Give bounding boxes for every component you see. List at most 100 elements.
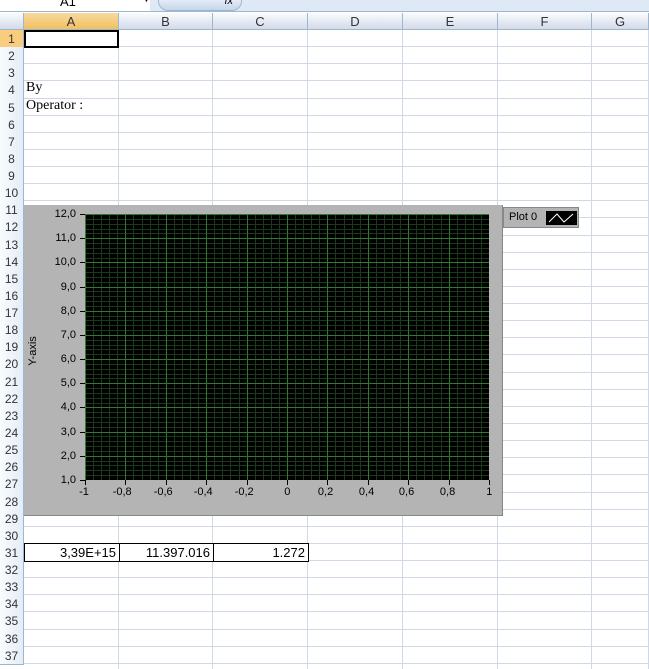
row-header-19[interactable]: 19 bbox=[0, 338, 24, 357]
gridline bbox=[24, 629, 649, 630]
gridline bbox=[24, 166, 649, 167]
cell-a31[interactable]: 3,39E+15 bbox=[24, 542, 120, 563]
row-header-17[interactable]: 17 bbox=[0, 304, 24, 323]
row-header-10[interactable]: 10 bbox=[0, 184, 24, 203]
row-header-30[interactable]: 30 bbox=[0, 526, 24, 545]
y-tick-mark bbox=[80, 359, 85, 360]
y-tick-label: 7,0 bbox=[60, 328, 76, 341]
y-tick-label: 5,0 bbox=[60, 376, 76, 389]
gridline bbox=[24, 611, 649, 612]
column-header-d[interactable]: D bbox=[308, 13, 403, 30]
column-header-g[interactable]: G bbox=[592, 13, 649, 30]
row-header-26[interactable]: 26 bbox=[0, 458, 24, 477]
row-header-2[interactable]: 2 bbox=[0, 47, 24, 66]
y-tick-label: 6,0 bbox=[60, 352, 76, 365]
row-header-21[interactable]: 21 bbox=[0, 372, 24, 391]
x-tick-label: -0,8 bbox=[112, 486, 132, 498]
x-tick-label: 0,8 bbox=[439, 486, 456, 498]
x-tick-mark bbox=[408, 480, 409, 485]
cell-a5[interactable]: Operator : bbox=[26, 98, 83, 114]
gridline bbox=[24, 115, 649, 116]
column-header-f[interactable]: F bbox=[498, 13, 592, 30]
gridline bbox=[24, 594, 649, 595]
y-tick-mark bbox=[80, 262, 85, 263]
x-tick-mark bbox=[368, 480, 369, 485]
graph-panel[interactable]: Y-axis -1 -0,8 -0,6 -0,4 -0,2 0 0,2 0,4 0,6 0,8 1 1… bbox=[24, 205, 503, 516]
gridline bbox=[591, 30, 592, 669]
insert-function-button[interactable]: fx bbox=[158, 0, 242, 11]
row-header-7[interactable]: 7 bbox=[0, 132, 24, 151]
select-all-button[interactable] bbox=[0, 13, 24, 30]
row-header-3[interactable]: 3 bbox=[0, 64, 24, 83]
y-tick-label: 4,0 bbox=[60, 400, 76, 413]
gridline bbox=[24, 577, 649, 578]
y-tick-mark bbox=[80, 335, 85, 336]
row-header-27[interactable]: 27 bbox=[0, 475, 24, 494]
plot-legend[interactable]: Plot 0 bbox=[503, 207, 579, 228]
x-tick-mark bbox=[489, 480, 490, 485]
row-header-37[interactable]: 37 bbox=[0, 646, 24, 665]
legend-label: Plot 0 bbox=[509, 211, 538, 223]
y-tick-label: 3,0 bbox=[60, 425, 76, 438]
row-header-31[interactable]: 31 bbox=[0, 543, 24, 563]
row-header-12[interactable]: 12 bbox=[0, 218, 24, 237]
column-header-e[interactable]: E bbox=[403, 13, 498, 30]
cell-c31[interactable]: 1.272 bbox=[213, 542, 309, 563]
column-header-b[interactable]: B bbox=[119, 13, 213, 30]
row-header-15[interactable]: 15 bbox=[0, 269, 24, 288]
formula-bar: A1 ▼ fx bbox=[0, 0, 649, 12]
row-header-6[interactable]: 6 bbox=[0, 115, 24, 134]
row-header-8[interactable]: 8 bbox=[0, 149, 24, 169]
row-header-14[interactable]: 14 bbox=[0, 252, 24, 271]
row-header-25[interactable]: 25 bbox=[0, 441, 24, 460]
row-header-36[interactable]: 36 bbox=[0, 629, 24, 648]
y-tick-mark bbox=[80, 238, 85, 239]
row-header-29[interactable]: 29 bbox=[0, 509, 24, 528]
active-cell-a1[interactable] bbox=[24, 30, 119, 48]
column-header-a[interactable]: A bbox=[24, 13, 119, 30]
gridline bbox=[24, 80, 649, 81]
row-header-11[interactable]: 11 bbox=[0, 201, 24, 220]
x-tick-label: 0,2 bbox=[317, 486, 334, 498]
row-header-33[interactable]: 33 bbox=[0, 578, 24, 597]
gridline bbox=[24, 63, 649, 64]
x-tick-mark bbox=[166, 480, 167, 485]
y-tick-mark bbox=[80, 456, 85, 457]
row-header-13[interactable]: 13 bbox=[0, 235, 24, 254]
y-tick-label: 10,0 bbox=[54, 255, 76, 268]
row-header-18[interactable]: 18 bbox=[0, 321, 24, 340]
cell-b31[interactable]: 11.397.016 bbox=[119, 542, 214, 563]
row-header-9[interactable]: 9 bbox=[0, 167, 24, 186]
gridline bbox=[24, 98, 649, 99]
row-header-34[interactable]: 34 bbox=[0, 595, 24, 614]
row-header-24[interactable]: 24 bbox=[0, 423, 24, 443]
row-header-28[interactable]: 28 bbox=[0, 492, 24, 511]
x-tick-label: -0,6 bbox=[153, 486, 173, 498]
row-header-4[interactable]: 4 bbox=[0, 81, 24, 100]
y-tick-label: 2,0 bbox=[60, 449, 76, 462]
x-tick-label: 1 bbox=[486, 486, 493, 498]
row-header-32[interactable]: 32 bbox=[0, 561, 24, 580]
dropdown-arrow-icon[interactable]: ▼ bbox=[142, 0, 151, 4]
plot-area[interactable] bbox=[85, 214, 489, 480]
row-header-16[interactable]: 16 bbox=[0, 286, 24, 306]
column-header-c[interactable]: C bbox=[213, 13, 308, 30]
y-axis-label: Y-axis bbox=[26, 336, 39, 366]
y-tick-mark bbox=[80, 287, 85, 288]
row-header-22[interactable]: 22 bbox=[0, 389, 24, 408]
cell-a4[interactable]: By bbox=[26, 80, 42, 96]
y-tick-mark bbox=[80, 407, 85, 408]
row-header-1[interactable]: 1 bbox=[0, 30, 24, 49]
name-box[interactable]: A1 bbox=[0, 0, 150, 11]
x-tick-mark bbox=[247, 480, 248, 485]
y-tick-label: 11,0 bbox=[55, 231, 76, 244]
gridline bbox=[24, 200, 649, 201]
y-tick-label: 9,0 bbox=[60, 280, 76, 293]
gridline bbox=[24, 646, 649, 647]
row-header-5[interactable]: 5 bbox=[0, 98, 24, 117]
y-tick-label: 8,0 bbox=[60, 304, 76, 317]
row-header-23[interactable]: 23 bbox=[0, 406, 24, 425]
x-tick-label: 0,6 bbox=[398, 486, 415, 498]
row-header-35[interactable]: 35 bbox=[0, 612, 24, 631]
row-header-20[interactable]: 20 bbox=[0, 355, 24, 374]
